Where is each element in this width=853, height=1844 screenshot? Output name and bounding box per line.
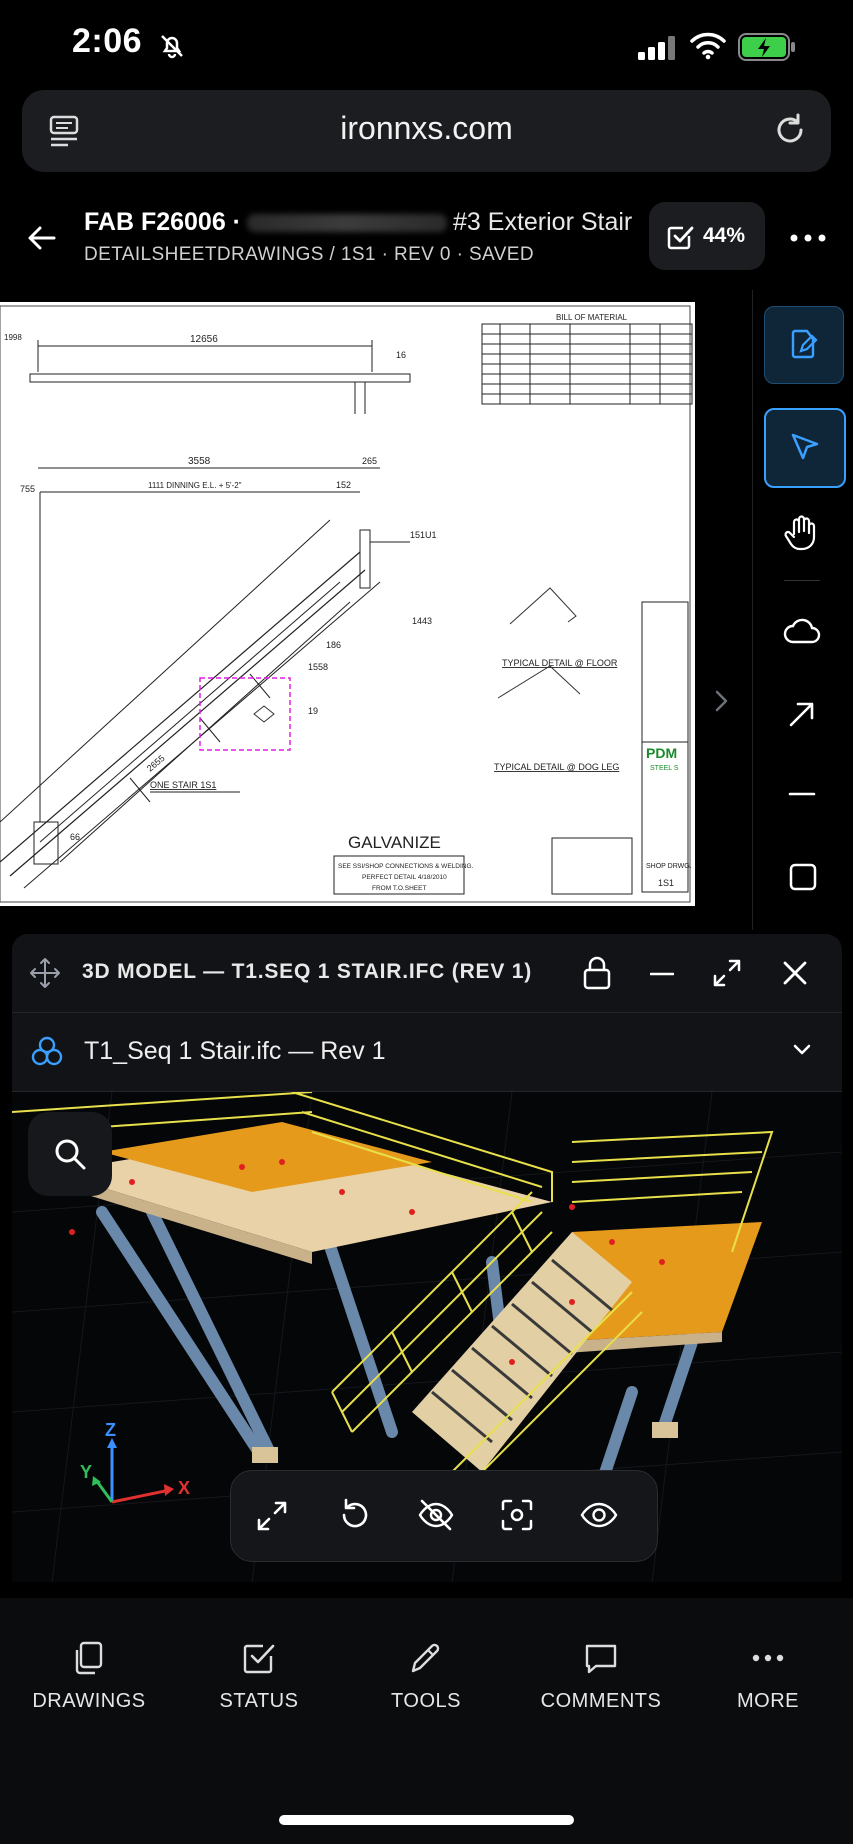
nav-drawings[interactable]: DRAWINGS bbox=[4, 1638, 174, 1713]
dim-16: 16 bbox=[396, 350, 406, 360]
nav-more-label: MORE bbox=[737, 1690, 799, 1712]
reset-view-icon[interactable] bbox=[337, 1497, 373, 1533]
detail-floor-label: TYPICAL DETAIL @ FLOOR bbox=[502, 658, 618, 668]
job-description: #3 Exterior Stair bbox=[453, 208, 633, 236]
drawings-copy-icon bbox=[4, 1638, 174, 1678]
nav-tools-label: TOOLS bbox=[391, 1690, 461, 1712]
chevron-down-icon[interactable] bbox=[792, 1043, 812, 1057]
line-tool-icon[interactable] bbox=[788, 790, 816, 798]
nav-status[interactable]: STATUS bbox=[174, 1638, 344, 1713]
battery-charging-icon bbox=[738, 33, 796, 61]
arrow-tool-icon[interactable] bbox=[786, 698, 818, 730]
breadcrumb: DETAILSHEETDRAWINGS / 1S1 · REV 0 · SAVE… bbox=[84, 244, 534, 265]
model-panel-title: 3D MODEL — T1.SEQ 1 STAIR.IFC (REV 1) bbox=[82, 960, 533, 983]
dim-755: 755 bbox=[20, 484, 35, 494]
move-handle-icon[interactable] bbox=[28, 956, 62, 990]
close-icon[interactable] bbox=[782, 960, 808, 986]
galvanize-note: GALVANIZE bbox=[348, 833, 441, 852]
nav-comments-label: COMMENTS bbox=[540, 1690, 662, 1712]
dim-186: 186 bbox=[326, 640, 341, 650]
reload-icon[interactable] bbox=[772, 112, 808, 148]
axis-x-label: X bbox=[178, 1478, 190, 1498]
nav-more[interactable]: MORE bbox=[683, 1638, 853, 1713]
dim-66: 66 bbox=[70, 832, 80, 842]
rectangle-tool-icon[interactable] bbox=[788, 862, 818, 892]
cloud-tool-icon[interactable] bbox=[782, 616, 822, 646]
note-line-1: SEE SSI/SHOP CONNECTIONS & WELDING. bbox=[338, 863, 474, 870]
tools-pencil-icon bbox=[341, 1638, 511, 1678]
more-menu-icon[interactable] bbox=[788, 226, 828, 250]
viewer-toolbar bbox=[230, 1470, 658, 1562]
address-bar[interactable]: ironnxs.com bbox=[22, 90, 831, 172]
note-line-3: FROM T.O.SHEET bbox=[372, 885, 426, 892]
cursor-arrow-icon bbox=[788, 430, 822, 464]
job-number: FAB F26006 · bbox=[84, 208, 242, 236]
lock-icon[interactable] bbox=[582, 956, 612, 990]
wifi-icon bbox=[690, 32, 726, 60]
hide-icon[interactable] bbox=[417, 1497, 455, 1533]
dim-1558: 1558 bbox=[308, 662, 328, 672]
progress-percent: 44% bbox=[703, 224, 746, 247]
axis-z-label: Z bbox=[105, 1422, 116, 1440]
select-tool-button[interactable] bbox=[764, 408, 846, 488]
stair-label: ONE STAIR 1S1 bbox=[150, 780, 216, 790]
bottom-nav: DRAWINGS STATUS TOOLS COMMENTS MORE bbox=[0, 1598, 853, 1844]
drawing-sheet[interactable]: 12656 16 1998 3558 265 1111 DINNING E.L.… bbox=[0, 302, 695, 906]
status-check-icon bbox=[174, 1638, 344, 1678]
focus-selection-icon[interactable] bbox=[499, 1497, 535, 1533]
nav-drawings-label: DRAWINGS bbox=[32, 1690, 146, 1712]
model-file-name: T1_Seq 1 Stair.ifc — Rev 1 bbox=[84, 1037, 386, 1065]
dim-1998: 1998 bbox=[4, 333, 22, 342]
minimize-icon[interactable] bbox=[650, 972, 674, 976]
status-time: 2:06 bbox=[72, 22, 143, 60]
chevron-right-icon[interactable] bbox=[710, 688, 732, 714]
fit-view-icon[interactable] bbox=[255, 1499, 289, 1533]
comments-bubble-icon bbox=[516, 1638, 686, 1678]
shop-drwg-label: SHOP DRWG. bbox=[646, 863, 692, 870]
silent-bell-icon bbox=[158, 32, 186, 60]
axis-y-label: Y bbox=[80, 1462, 92, 1482]
toolbar-divider bbox=[752, 290, 753, 930]
checkbox-icon bbox=[665, 222, 695, 252]
nav-status-label: STATUS bbox=[219, 1690, 299, 1712]
ifc-model-icon bbox=[30, 1035, 64, 1069]
dim-top-label: 12656 bbox=[190, 334, 218, 345]
back-arrow-icon[interactable] bbox=[26, 222, 58, 254]
dim-19: 19 bbox=[308, 706, 318, 716]
dim-151u1: 151U1 bbox=[410, 530, 437, 540]
home-indicator bbox=[279, 1815, 574, 1825]
dim-152: 152 bbox=[336, 480, 351, 490]
model-panel-header: 3D MODEL — T1.SEQ 1 STAIR.IFC (REV 1) bbox=[12, 934, 842, 1013]
pdm-logo-sub: STEEL S bbox=[650, 765, 679, 772]
model-file-selector[interactable]: T1_Seq 1 Stair.ifc — Rev 1 bbox=[12, 1013, 842, 1092]
pan-hand-icon[interactable] bbox=[784, 514, 820, 552]
page-title: FAB F26006 · #3 Exterior Stair bbox=[84, 208, 632, 237]
more-dots-icon bbox=[683, 1638, 853, 1678]
detail-dogleg-label: TYPICAL DETAIL @ DOG LEG bbox=[494, 762, 619, 772]
note-line-2: PERFECT DETAIL 4/18/2010 bbox=[362, 874, 447, 881]
redacted-client-name bbox=[247, 214, 448, 233]
nav-tools[interactable]: TOOLS bbox=[341, 1638, 511, 1713]
cellular-signal-icon bbox=[638, 36, 678, 60]
nav-comments[interactable]: COMMENTS bbox=[516, 1638, 686, 1713]
dim-dinning: 1111 DINNING E.L. + 5'-2" bbox=[148, 481, 242, 490]
maximize-icon[interactable] bbox=[712, 958, 742, 988]
progress-button[interactable]: 44% bbox=[649, 202, 765, 270]
search-button[interactable] bbox=[28, 1112, 112, 1196]
search-icon bbox=[52, 1136, 88, 1172]
axis-gizmo: Z X Y bbox=[52, 1422, 192, 1532]
pdm-logo-text: PDM bbox=[646, 745, 677, 761]
dim-1443: 1443 bbox=[412, 616, 432, 626]
markup-edit-button[interactable] bbox=[764, 306, 844, 384]
sheet-number: 1S1 bbox=[658, 878, 674, 888]
document-edit-icon bbox=[787, 327, 821, 361]
dim-265: 265 bbox=[362, 456, 377, 466]
bom-title: BILL OF MATERIAL bbox=[556, 313, 628, 322]
dim-mid: 3558 bbox=[188, 456, 211, 467]
show-all-icon[interactable] bbox=[579, 1499, 619, 1531]
dim-2655: 2655 bbox=[145, 753, 167, 774]
url-text[interactable]: ironnxs.com bbox=[22, 110, 831, 147]
toolbar-separator bbox=[784, 580, 820, 581]
